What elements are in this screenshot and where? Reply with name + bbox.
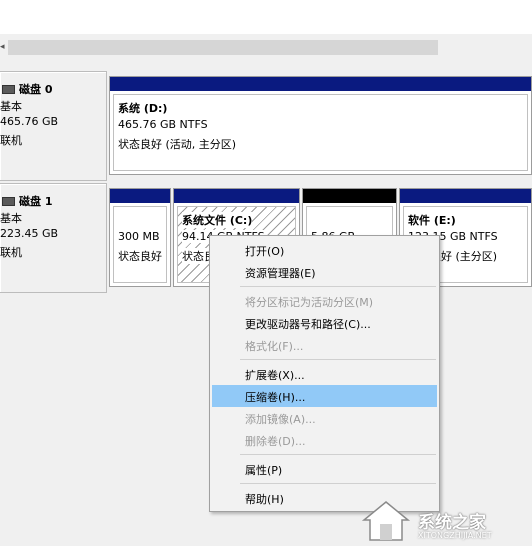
watermark-logo: 系统之家 XITONGZHIJIA.NET [360, 496, 532, 546]
partition-size: 465.76 GB NTFS [118, 118, 208, 131]
menu-item-properties[interactable]: 属性(P) [212, 458, 437, 480]
disk-icon [2, 84, 15, 94]
disk-size: 465.76 GB [0, 115, 59, 128]
partition-status: 状态良好 (活动, 主分区) [118, 138, 237, 151]
menu-item-add-mirror[interactable]: 添加镜像(A)... [212, 407, 437, 429]
menu-item-mark-active[interactable]: 将分区标记为活动分区(M) [212, 290, 437, 312]
disk-name: 磁盘 0 [19, 83, 53, 96]
disk-1-label[interactable]: 磁盘 1 基本 223.45 GB 联机 [0, 183, 107, 293]
disk-0-label[interactable]: 磁盘 0 基本 465.76 GB 联机 [0, 71, 107, 181]
partition-recovery[interactable]: 300 MB 状态良好 [109, 188, 171, 287]
menu-item-delete-volume[interactable]: 删除卷(D)... [212, 429, 437, 451]
watermark-text: 系统之家 [418, 513, 486, 533]
menu-separator [240, 286, 436, 287]
menu-separator [240, 359, 436, 360]
partition-header-bar [110, 77, 531, 91]
menu-separator [240, 454, 436, 455]
menu-separator [240, 483, 436, 484]
partition-title: 软件 (E:) [408, 214, 456, 227]
partition-header-bar [303, 189, 396, 203]
disk-status: 联机 [0, 246, 22, 259]
disk-status: 联机 [0, 134, 22, 147]
disk-icon [2, 196, 15, 206]
partition-header-bar [110, 189, 170, 203]
disk-type: 基本 [0, 100, 22, 113]
horizontal-scrollbar[interactable] [8, 40, 438, 55]
menu-item-format[interactable]: 格式化(F)... [212, 334, 437, 356]
partition-size: 300 MB [118, 230, 160, 243]
partition-title: 系统文件 (C:) [182, 212, 253, 228]
scroll-left-icon[interactable]: ◂ [0, 42, 6, 52]
top-area [0, 0, 532, 34]
disk-type: 基本 [0, 212, 22, 225]
disk-name: 磁盘 1 [19, 195, 53, 208]
partition-header-bar [174, 189, 299, 203]
menu-item-change-drive-letter[interactable]: 更改驱动器号和路径(C)... [212, 312, 437, 334]
menu-item-explorer[interactable]: 资源管理器(E) [212, 261, 437, 283]
house-logo-icon [361, 501, 411, 541]
menu-item-extend-volume[interactable]: 扩展卷(X)... [212, 363, 437, 385]
watermark-subtext: XITONGZHIJIA.NET [418, 531, 492, 540]
disk-size: 223.45 GB [0, 227, 59, 240]
menu-item-open[interactable]: 打开(O) [212, 239, 437, 261]
context-menu: 打开(O) 资源管理器(E) 将分区标记为活动分区(M) 更改驱动器号和路径(C… [209, 235, 440, 512]
partition-title: 系统 (D:) [118, 102, 168, 115]
partition-header-bar [400, 189, 531, 203]
partition-d[interactable]: 系统 (D:) 465.76 GB NTFS 状态良好 (活动, 主分区) [109, 76, 532, 175]
menu-item-shrink-volume[interactable]: 压缩卷(H)... [212, 385, 437, 407]
partition-body: 300 MB 状态良好 [113, 206, 167, 283]
partition-status: 状态良好 [118, 250, 162, 263]
partition-body: 系统 (D:) 465.76 GB NTFS 状态良好 (活动, 主分区) [113, 94, 528, 171]
